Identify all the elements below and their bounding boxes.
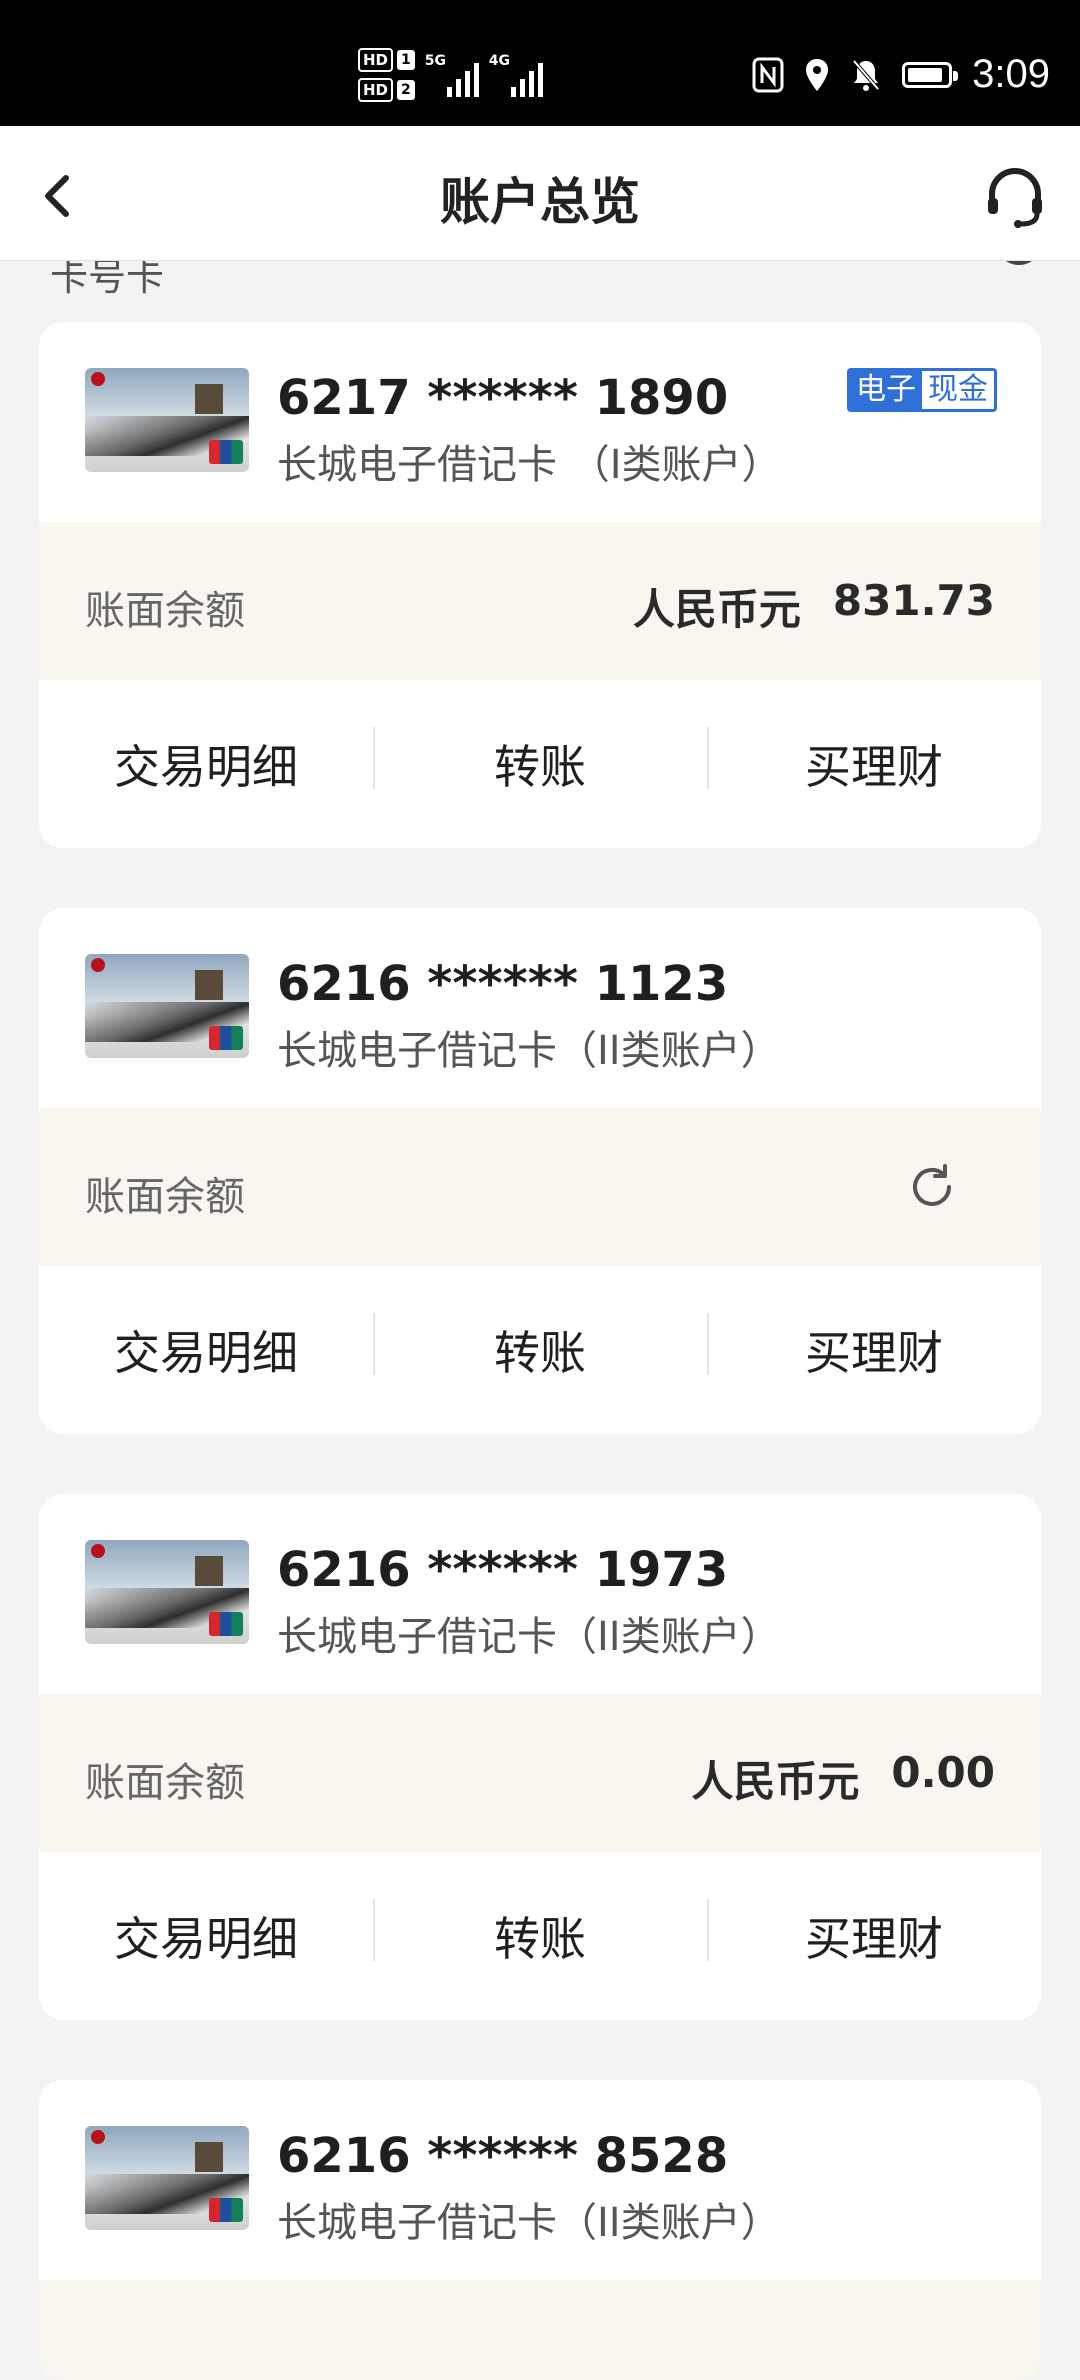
- balance-value: 人民币元 831.73: [633, 576, 995, 637]
- badge-left-label: 电子: [850, 371, 922, 409]
- badge-right-label: 现金: [922, 371, 994, 409]
- currency-label: 人民币元: [632, 585, 801, 634]
- card-type: 长城电子借记卡（II类账户）: [277, 1614, 781, 1660]
- unionpay-logo: [209, 2198, 243, 2222]
- bank-logo: [91, 1544, 105, 1558]
- card-number: 6216 ****** 1973: [277, 1542, 729, 1598]
- balance-row: 账面余额 人民币元 0.00: [39, 1694, 1041, 1852]
- transfer-button[interactable]: 转账: [373, 1313, 707, 1383]
- page-title: 账户总览: [440, 173, 640, 231]
- refresh-icon[interactable]: [905, 1160, 959, 1214]
- currency-label: 人民币元: [691, 1757, 860, 1806]
- status-bar: HD 1 HD 2 5G 4G 3:09: [0, 0, 1080, 126]
- account-card[interactable]: 6216 ****** 8528 长城电子借记卡（II类账户）: [39, 2080, 1041, 2380]
- hd-num: 1: [397, 50, 415, 70]
- card-number: 6217 ****** 1890: [277, 370, 729, 426]
- hd-num: 2: [397, 80, 415, 100]
- balance-label: 账面余额: [85, 588, 245, 634]
- hd-label: HD: [358, 48, 394, 72]
- location-icon: [806, 58, 829, 91]
- bank-logo: [91, 372, 105, 386]
- balance-row: 账面余额 人民币元 831.73: [39, 522, 1041, 680]
- card-type: 长城电子借记卡 （I类账户）: [277, 442, 782, 488]
- unionpay-logo: [209, 1026, 243, 1050]
- unionpay-logo: [209, 1612, 243, 1636]
- balance-label: 账面余额: [85, 1174, 245, 1220]
- hd-2-indicator: HD 2: [358, 78, 415, 102]
- balance-value: 人民币元 0.00: [691, 1748, 995, 1809]
- balance-amount: 831.73: [832, 576, 995, 625]
- battery-icon: [902, 61, 959, 88]
- card-image: [85, 1540, 249, 1644]
- transaction-details-button[interactable]: 交易明细: [39, 1317, 373, 1383]
- card-image: [85, 2126, 249, 2230]
- balance-row: [39, 2280, 1041, 2380]
- signal-2-icon: 4G: [489, 53, 543, 97]
- transaction-details-button[interactable]: 交易明细: [39, 1903, 373, 1969]
- balance-row: 账面余额: [39, 1108, 1041, 1266]
- buy-wealth-button[interactable]: 买理财: [707, 727, 1041, 797]
- transfer-button[interactable]: 转账: [373, 1899, 707, 1969]
- transaction-details-button[interactable]: 交易明细: [39, 731, 373, 797]
- buy-wealth-button[interactable]: 买理财: [707, 1899, 1041, 1969]
- e-cash-badge: 电子 现金: [847, 368, 997, 412]
- account-card[interactable]: 6216 ****** 1973 长城电子借记卡（II类账户） 账面余额 人民币…: [39, 1494, 1041, 2020]
- hd-label: HD: [358, 78, 394, 102]
- hd-1-indicator: HD 1: [358, 48, 415, 72]
- card-number: 6216 ****** 1123: [277, 956, 729, 1012]
- network-type-label: 5G: [424, 53, 446, 69]
- nfc-icon: [752, 57, 784, 92]
- headset-icon[interactable]: [980, 162, 1050, 232]
- card-image: [85, 954, 249, 1058]
- card-number: 6216 ****** 8528: [277, 2128, 729, 2184]
- card-image: [85, 368, 249, 472]
- buy-wealth-button[interactable]: 买理财: [707, 1313, 1041, 1383]
- bank-logo: [91, 2130, 105, 2144]
- network-indicators: HD 1 HD 2 5G 4G: [358, 48, 543, 102]
- card-type: 长城电子借记卡（II类账户）: [277, 2200, 781, 2246]
- clock: 3:09: [972, 52, 1050, 96]
- balance-amount: 0.00: [891, 1748, 995, 1797]
- balance-label: 账面余额: [85, 1760, 245, 1806]
- unionpay-logo: [209, 440, 243, 464]
- transfer-button[interactable]: 转账: [373, 727, 707, 797]
- signal-1-icon: 5G: [425, 53, 479, 97]
- network-type-label: 4G: [488, 53, 510, 69]
- account-card[interactable]: 6217 ****** 1890 长城电子借记卡 （I类账户） 电子 现金 账面…: [39, 322, 1041, 848]
- account-card[interactable]: 6216 ****** 1123 长城电子借记卡（II类账户） 账面余额 交易明…: [39, 908, 1041, 1434]
- card-type: 长城电子借记卡（II类账户）: [277, 1028, 781, 1074]
- mute-bell-icon: [852, 59, 880, 91]
- app-header: 账户总览: [0, 126, 1080, 261]
- bank-logo: [91, 958, 105, 972]
